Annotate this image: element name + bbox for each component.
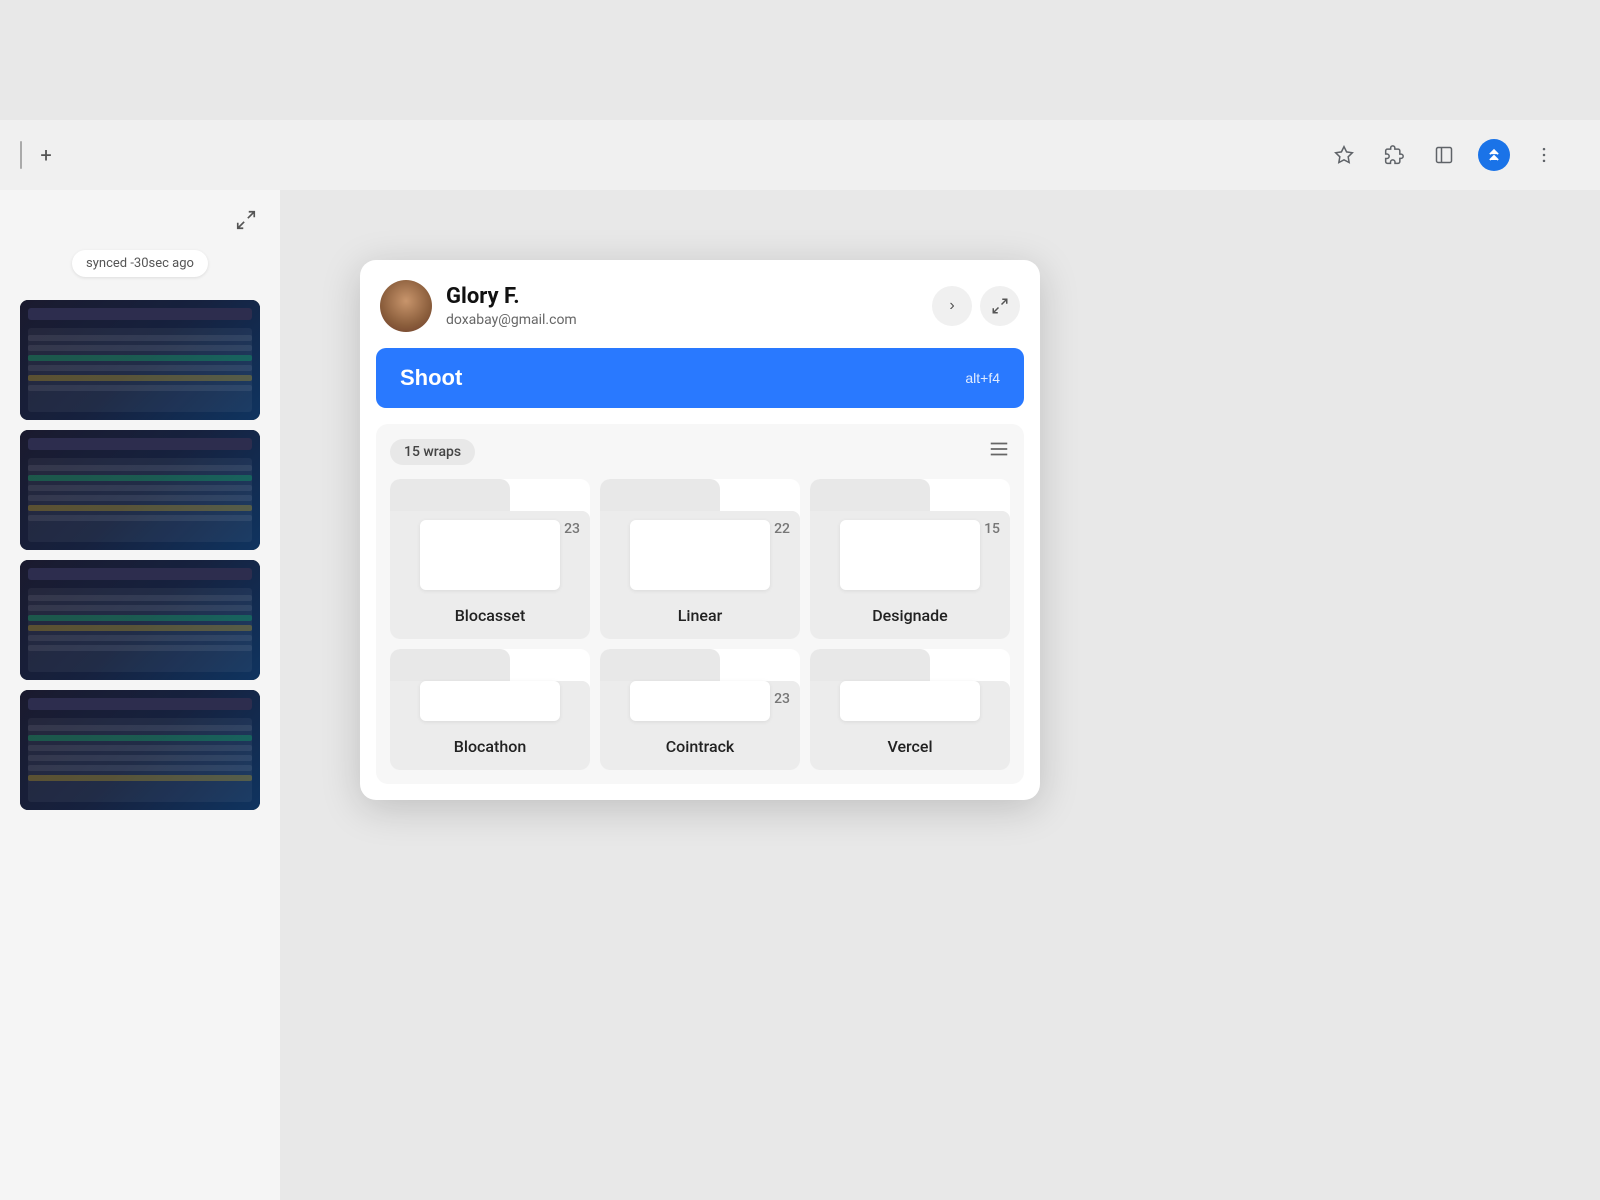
- folder-name-blocathon: Blocathon: [454, 737, 526, 756]
- wraps-badge: 15 wraps: [390, 439, 475, 465]
- star-icon[interactable]: [1328, 139, 1360, 171]
- screenshot-thumb[interactable]: [20, 690, 260, 810]
- shoot-button[interactable]: Shoot alt+f4: [376, 348, 1024, 408]
- wraps-grid: 23 Blocasset 22 Linear 15 Designade: [390, 479, 1010, 770]
- user-header-actions: ›: [932, 286, 1020, 326]
- screenshot-thumb[interactable]: [20, 300, 260, 420]
- wraps-header: 15 wraps: [390, 438, 1010, 465]
- user-info: Glory F. doxabay@gmail.com: [380, 280, 577, 332]
- left-panel-header: [228, 190, 264, 238]
- tab-add-button[interactable]: +: [30, 139, 62, 171]
- folder-name-blocasset: Blocasset: [455, 606, 526, 625]
- left-panel: synced -30sec ago: [0, 190, 280, 1200]
- folder-cointrack[interactable]: 23 Cointrack: [600, 649, 800, 770]
- folder-name-vercel: Vercel: [887, 737, 932, 756]
- wraps-list-icon[interactable]: [988, 438, 1010, 465]
- screenshot-thumb[interactable]: [20, 430, 260, 550]
- top-bar: [0, 0, 1600, 120]
- menu-icon[interactable]: [1528, 139, 1560, 171]
- main-popup: Glory F. doxabay@gmail.com › Shoot alt+f…: [360, 260, 1040, 800]
- sync-badge: synced -30sec ago: [72, 250, 208, 277]
- folder-vercel[interactable]: Vercel: [810, 649, 1010, 770]
- folder-name-designade: Designade: [872, 606, 948, 625]
- folder-count-cointrack: 23: [774, 691, 790, 707]
- profile-icon[interactable]: [1478, 139, 1510, 171]
- avatar: [380, 280, 432, 332]
- folder-count-linear: 22: [774, 521, 790, 537]
- screenshots-grid: [0, 300, 280, 1200]
- user-details: Glory F. doxabay@gmail.com: [446, 284, 577, 328]
- folder-designade[interactable]: 15 Designade: [810, 479, 1010, 639]
- tab-separator: [20, 141, 22, 169]
- wraps-section: 15 wraps 23 Blocasset: [376, 424, 1024, 784]
- screenshot-thumb[interactable]: [20, 560, 260, 680]
- user-name: Glory F.: [446, 284, 577, 310]
- folder-name-cointrack: Cointrack: [666, 737, 735, 756]
- extensions-icon[interactable]: [1378, 139, 1410, 171]
- shoot-shortcut: alt+f4: [965, 370, 1000, 386]
- expand-popup-button[interactable]: [980, 286, 1020, 326]
- next-button[interactable]: ›: [932, 286, 972, 326]
- folder-blocasset[interactable]: 23 Blocasset: [390, 479, 590, 639]
- folder-count-designade: 15: [984, 521, 1000, 537]
- folder-count-blocasset: 23: [564, 521, 580, 537]
- folder-blocathon[interactable]: Blocathon: [390, 649, 590, 770]
- user-header: Glory F. doxabay@gmail.com ›: [360, 260, 1040, 348]
- shoot-label: Shoot: [400, 365, 462, 391]
- tab-bar: +: [0, 120, 62, 190]
- sidebar-icon[interactable]: [1428, 139, 1460, 171]
- folder-name-linear: Linear: [678, 606, 722, 625]
- expand-icon[interactable]: [228, 202, 264, 238]
- user-email: doxabay@gmail.com: [446, 312, 577, 328]
- folder-linear[interactable]: 22 Linear: [600, 479, 800, 639]
- browser-chrome: [0, 120, 1600, 190]
